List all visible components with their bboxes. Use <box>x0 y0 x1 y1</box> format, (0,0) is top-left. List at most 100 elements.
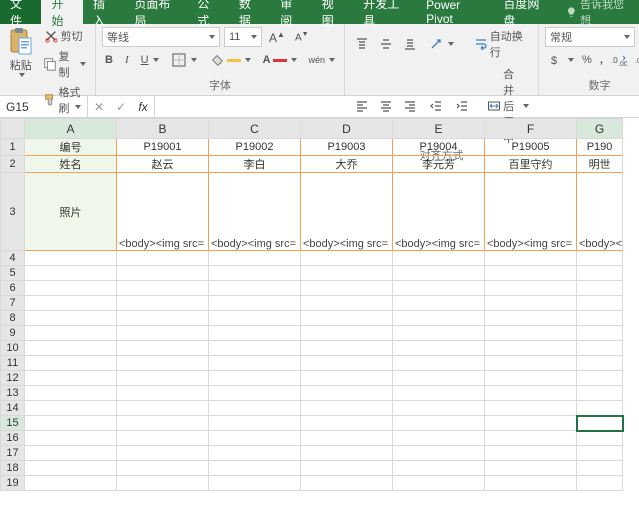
cell[interactable] <box>117 326 209 341</box>
number-format-select[interactable]: 常规 <box>545 27 635 47</box>
border-button[interactable] <box>168 51 200 69</box>
cell[interactable] <box>301 296 393 311</box>
cell[interactable] <box>577 296 623 311</box>
cell[interactable] <box>25 476 117 491</box>
cell[interactable] <box>301 446 393 461</box>
select-all-corner[interactable] <box>1 119 25 139</box>
tab-power-pivot[interactable]: Power Pivot <box>416 0 493 24</box>
cell[interactable] <box>301 386 393 401</box>
row-header[interactable]: 5 <box>1 266 25 281</box>
cell[interactable]: P190 <box>577 139 623 156</box>
cell[interactable] <box>577 416 623 431</box>
cell[interactable] <box>25 386 117 401</box>
row-header[interactable]: 18 <box>1 461 25 476</box>
cell[interactable] <box>209 386 301 401</box>
align-middle-button[interactable] <box>375 35 397 53</box>
worksheet-grid[interactable]: A B C D E F G 1 编号 P19001 P19002 P19003 … <box>0 118 639 517</box>
row-header[interactable]: 16 <box>1 431 25 446</box>
cell[interactable] <box>117 431 209 446</box>
cell[interactable] <box>25 296 117 311</box>
cell[interactable]: P19004 <box>393 139 485 156</box>
cell[interactable] <box>209 296 301 311</box>
row-header[interactable]: 7 <box>1 296 25 311</box>
cell[interactable] <box>577 446 623 461</box>
row-header[interactable]: 9 <box>1 326 25 341</box>
cell[interactable] <box>485 386 577 401</box>
cell[interactable] <box>301 326 393 341</box>
cell[interactable] <box>301 311 393 326</box>
cell[interactable]: 姓名 <box>25 156 117 173</box>
cell[interactable] <box>577 461 623 476</box>
cell[interactable] <box>25 401 117 416</box>
cell[interactable] <box>485 416 577 431</box>
cell[interactable] <box>485 326 577 341</box>
row-header[interactable]: 3 <box>1 173 25 251</box>
wrap-text-button[interactable]: 自动换行 <box>470 27 532 61</box>
cell[interactable] <box>393 311 485 326</box>
cell[interactable] <box>577 311 623 326</box>
cell[interactable] <box>117 341 209 356</box>
cell[interactable] <box>25 371 117 386</box>
bold-button[interactable]: B <box>102 53 116 67</box>
cell[interactable] <box>485 296 577 311</box>
cell[interactable]: <body><img src= <box>117 173 209 251</box>
cell[interactable]: 百里守约 <box>485 156 577 173</box>
cell[interactable] <box>393 281 485 296</box>
cell[interactable]: 照片 <box>25 173 117 251</box>
cell[interactable] <box>301 251 393 266</box>
cut-button[interactable]: 剪切 <box>40 27 89 45</box>
cell[interactable] <box>117 311 209 326</box>
cell[interactable] <box>25 311 117 326</box>
row-header[interactable]: 4 <box>1 251 25 266</box>
cell[interactable] <box>485 356 577 371</box>
cell[interactable] <box>485 341 577 356</box>
cell[interactable] <box>485 476 577 491</box>
name-box[interactable]: G15 <box>0 96 88 117</box>
align-bottom-button[interactable] <box>399 35 421 53</box>
formula-input[interactable] <box>155 96 639 117</box>
cell[interactable]: 李白 <box>209 156 301 173</box>
cell[interactable] <box>577 281 623 296</box>
cell[interactable] <box>209 311 301 326</box>
cell[interactable] <box>393 476 485 491</box>
cell[interactable] <box>485 251 577 266</box>
cell[interactable] <box>301 461 393 476</box>
cell[interactable] <box>25 446 117 461</box>
row-header[interactable]: 8 <box>1 311 25 326</box>
row-header[interactable]: 1 <box>1 139 25 156</box>
cell[interactable] <box>577 341 623 356</box>
cell[interactable]: <body>< <box>577 173 623 251</box>
cell[interactable]: 编号 <box>25 139 117 156</box>
underline-button[interactable]: U <box>138 53 162 67</box>
cell[interactable]: 李元芳 <box>393 156 485 173</box>
cell[interactable] <box>301 371 393 386</box>
cell[interactable] <box>577 356 623 371</box>
cell[interactable] <box>577 266 623 281</box>
cell[interactable] <box>25 461 117 476</box>
cell[interactable] <box>393 431 485 446</box>
cell[interactable] <box>117 356 209 371</box>
cell[interactable] <box>209 371 301 386</box>
cell[interactable] <box>209 356 301 371</box>
accounting-format-button[interactable]: $ <box>545 51 577 69</box>
cell[interactable] <box>117 266 209 281</box>
cell[interactable] <box>393 401 485 416</box>
cell[interactable] <box>25 341 117 356</box>
cell[interactable] <box>577 251 623 266</box>
cell[interactable] <box>577 371 623 386</box>
row-header[interactable]: 15 <box>1 416 25 431</box>
cell[interactable]: P19001 <box>117 139 209 156</box>
cell[interactable]: P19002 <box>209 139 301 156</box>
tab-review[interactable]: 审阅 <box>270 0 311 24</box>
cell[interactable] <box>485 311 577 326</box>
cell[interactable] <box>301 431 393 446</box>
cell[interactable] <box>117 296 209 311</box>
col-header-D[interactable]: D <box>301 119 393 139</box>
tab-view[interactable]: 视图 <box>312 0 353 24</box>
cell[interactable] <box>209 281 301 296</box>
cell[interactable] <box>25 326 117 341</box>
cell[interactable] <box>393 251 485 266</box>
cell[interactable] <box>485 461 577 476</box>
phonetic-button[interactable]: wén <box>306 54 339 66</box>
cell[interactable] <box>301 341 393 356</box>
